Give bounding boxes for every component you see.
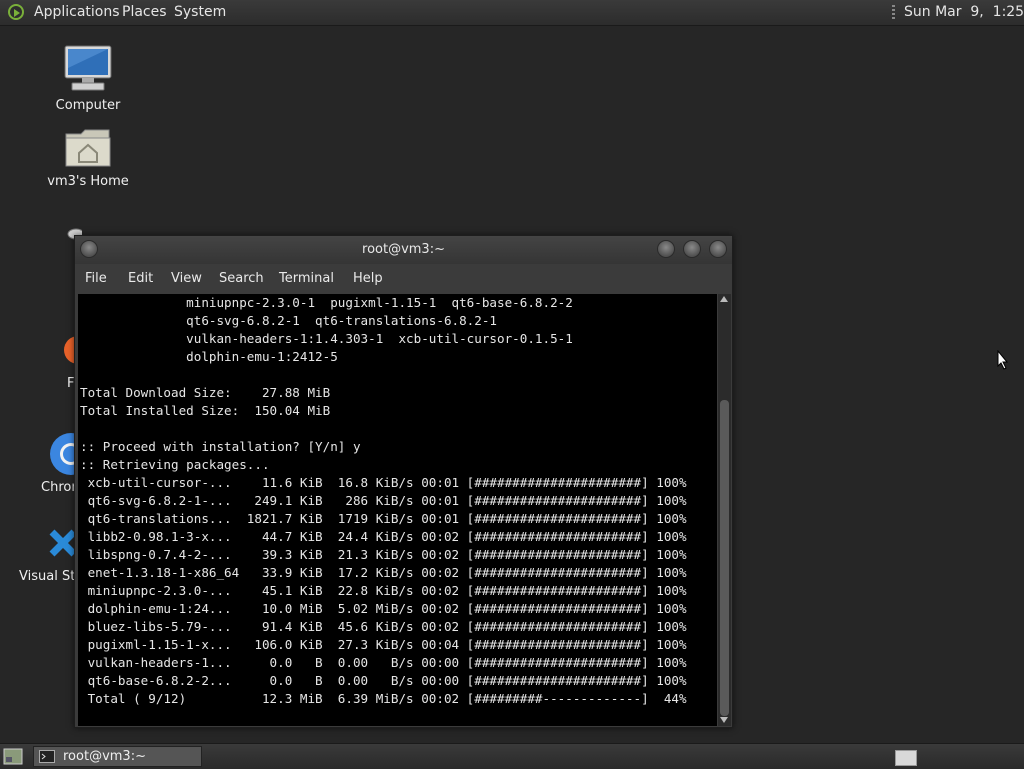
mouse-pointer-icon	[997, 350, 1009, 370]
scroll-down-icon[interactable]	[720, 717, 728, 723]
terminal-line: pugixml-1.15-1-x... 106.0 KiB 27.3 KiB/s…	[80, 637, 687, 652]
applications-menu[interactable]: Applications	[34, 0, 120, 25]
desktop-icon-label: vm3's Home	[47, 174, 129, 189]
terminal-line: libspng-0.7.4-2-... 39.3 KiB 21.3 KiB/s …	[80, 547, 687, 562]
menu-edit[interactable]: Edit	[128, 264, 153, 293]
scroll-up-icon[interactable]	[720, 296, 728, 302]
desktop-icon-vscode[interactable]: Visual Stu	[18, 524, 84, 584]
menu-file[interactable]: File	[85, 264, 107, 293]
menu-terminal[interactable]: Terminal	[279, 264, 334, 293]
minimize-icon[interactable]	[657, 240, 675, 258]
terminal-line: :: Proceed with installation? [Y/n] y	[80, 439, 361, 454]
terminal-window[interactable]: root@vm3:~ File Edit View Search Termina…	[74, 235, 733, 728]
terminal-line: enet-1.3.18-1-x86_64 33.9 KiB 17.2 KiB/s…	[80, 565, 687, 580]
taskbar-item-terminal[interactable]: root@vm3:~	[33, 746, 202, 767]
menu-view[interactable]: View	[171, 264, 202, 293]
desktop-icon-computer[interactable]: Computer	[50, 44, 126, 113]
window-title: root@vm3:~	[362, 242, 445, 257]
terminal-line: xcb-util-cursor-... 11.6 KiB 16.8 KiB/s …	[80, 475, 687, 490]
menu-help[interactable]: Help	[353, 264, 383, 293]
terminal-line: miniupnpc-2.3.0-... 45.1 KiB 22.8 KiB/s …	[80, 583, 687, 598]
terminal-line: dolphin-emu-1:2412-5	[80, 349, 338, 364]
vscode-icon	[49, 529, 77, 557]
terminal-line: Total Download Size: 27.88 MiB	[80, 385, 331, 400]
maximize-icon[interactable]	[683, 240, 701, 258]
menu-search[interactable]: Search	[219, 264, 264, 293]
terminal-line: qt6-svg-6.8.2-1 qt6-translations-6.8.2-1	[80, 313, 498, 328]
terminal-line: Total Installed Size: 150.04 MiB	[80, 403, 331, 418]
desktop-icon-home[interactable]: vm3's Home	[44, 126, 132, 189]
window-menu-icon[interactable]	[80, 240, 98, 258]
terminal-icon	[39, 750, 55, 763]
close-icon[interactable]	[709, 240, 727, 258]
show-desktop-icon[interactable]	[3, 748, 23, 765]
terminal-scrollbar[interactable]	[718, 294, 731, 726]
terminal-line: libb2-0.98.1-3-x... 44.7 KiB 24.4 KiB/s …	[80, 529, 687, 544]
terminal-line: Total ( 9/12) 12.3 MiB 6.39 MiB/s 00:02 …	[80, 691, 687, 706]
places-menu[interactable]: Places	[122, 0, 167, 25]
clock[interactable]: Sun Mar 9, 1:25 PM	[904, 0, 1024, 25]
terminal-line: vulkan-headers-1... 0.0 B 0.00 B/s 00:00…	[80, 655, 687, 670]
terminal-line: qt6-svg-6.8.2-1-... 249.1 KiB 286 KiB/s …	[80, 493, 687, 508]
distro-logo-icon[interactable]	[8, 4, 24, 20]
terminal-menubar: File Edit View Search Terminal Help	[75, 264, 732, 293]
computer-icon	[64, 45, 112, 91]
terminal-line: qt6-base-6.8.2-2... 0.0 B 0.00 B/s 00:00…	[80, 673, 687, 688]
scrollbar-thumb[interactable]	[720, 400, 729, 716]
top-panel: Applications Places System Sun Mar 9, 1:…	[0, 0, 1024, 26]
terminal-line: qt6-translations... 1821.7 KiB 1719 KiB/…	[80, 511, 687, 526]
desktop-icon-label: Computer	[55, 98, 121, 113]
panel-separator	[892, 5, 895, 20]
home-folder-icon	[65, 129, 111, 167]
bottom-panel: root@vm3:~	[0, 743, 1024, 769]
window-titlebar[interactable]: root@vm3:~	[75, 236, 732, 264]
system-menu[interactable]: System	[174, 0, 226, 25]
workspace-switcher[interactable]	[895, 750, 917, 766]
terminal-line: bluez-libs-5.79-... 91.4 KiB 45.6 KiB/s …	[80, 619, 687, 634]
terminal-line: :: Retrieving packages...	[80, 457, 270, 472]
terminal-output[interactable]: miniupnpc-2.3.0-1 pugixml-1.15-1 qt6-bas…	[78, 294, 717, 726]
terminal-line: dolphin-emu-1:24... 10.0 MiB 5.02 MiB/s …	[80, 601, 687, 616]
taskbar-item-label: root@vm3:~	[63, 749, 146, 764]
terminal-line: miniupnpc-2.3.0-1 pugixml-1.15-1 qt6-bas…	[80, 295, 573, 310]
terminal-line: vulkan-headers-1:1.4.303-1 xcb-util-curs…	[80, 331, 573, 346]
